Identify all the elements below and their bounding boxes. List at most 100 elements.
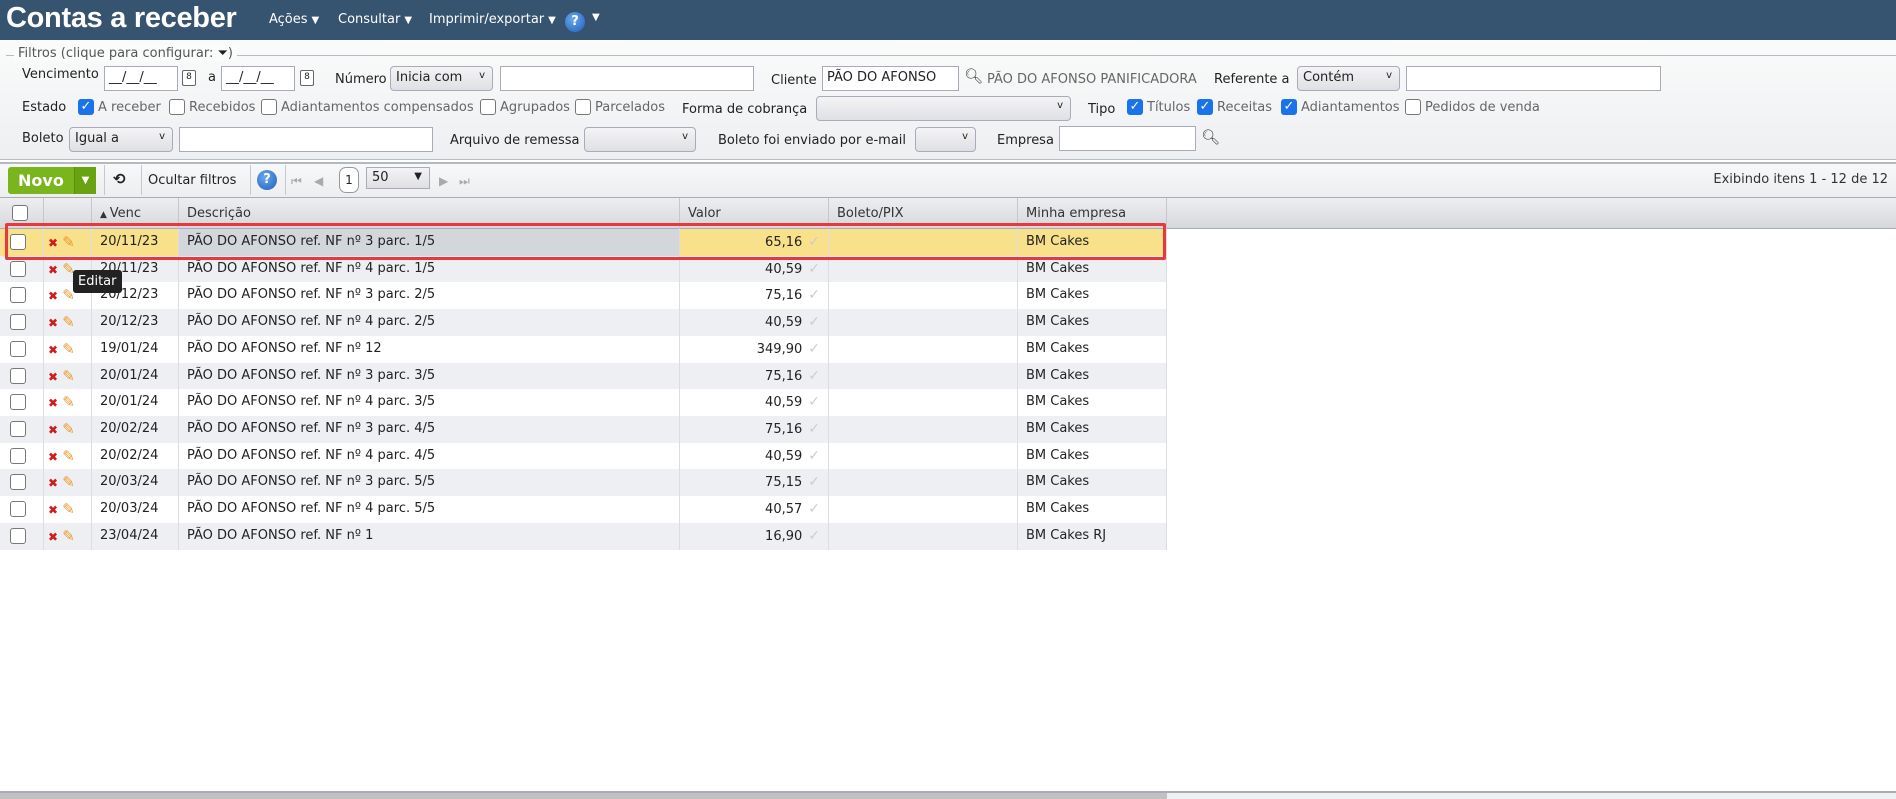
- row-checkbox[interactable]: [10, 474, 26, 491]
- caret-down-icon[interactable]: ▼: [592, 12, 600, 23]
- edit-tooltip: Editar: [73, 270, 122, 293]
- numero-input[interactable]: [500, 66, 754, 91]
- edit-pencil-icon[interactable]: ✎: [62, 420, 75, 438]
- arquivo-remessa-select[interactable]: v: [584, 127, 696, 152]
- row-checkbox[interactable]: [10, 420, 26, 437]
- search-icon[interactable]: 🔍︎: [964, 67, 983, 85]
- delete-icon[interactable]: ✖: [48, 396, 58, 410]
- check-icon: ✓: [808, 420, 820, 437]
- menu-consultar[interactable]: Consultar ▼: [338, 12, 412, 27]
- novo-button[interactable]: Novo ▼: [8, 167, 96, 194]
- edit-pencil-icon[interactable]: ✎: [62, 313, 75, 331]
- row-checkbox-cell: [0, 442, 44, 470]
- novo-label: Novo: [18, 171, 64, 190]
- caret-down-icon[interactable]: ▼: [74, 167, 96, 194]
- row-checkbox[interactable]: [10, 314, 26, 331]
- row-checkbox[interactable]: [10, 287, 26, 304]
- delete-icon[interactable]: ✖: [48, 343, 58, 357]
- delete-icon[interactable]: ✖: [48, 263, 58, 277]
- cell-minha-empresa: BM Cakes: [1018, 282, 1167, 310]
- cell-minha-empresa: BM Cakes: [1018, 309, 1167, 337]
- checkbox-agrupados[interactable]: [480, 99, 496, 115]
- prev-page-icon[interactable]: ◀: [314, 174, 323, 188]
- calendar-icon[interactable]: 8: [300, 70, 314, 86]
- vencimento-label: Vencimento: [22, 67, 99, 82]
- row-checkbox[interactable]: [10, 501, 26, 517]
- page-size-select[interactable]: 50 ▼: [366, 167, 430, 189]
- checkbox-receitas[interactable]: ✓: [1197, 99, 1213, 115]
- menu-imprimir-exportar[interactable]: Imprimir/exportar ▼: [429, 12, 556, 27]
- table-row[interactable]: ✖ ✎ 20/02/24 PÃO DO AFONSO ref. NF nº 4 pa…: [0, 442, 1167, 470]
- boleto-operator-select[interactable]: Igual a v: [69, 127, 173, 152]
- row-checkbox[interactable]: [10, 260, 26, 277]
- delete-icon[interactable]: ✖: [48, 476, 58, 490]
- checkbox-pedidos-de-venda[interactable]: [1405, 99, 1421, 115]
- checkbox-adiantamentos-compensados[interactable]: [261, 99, 277, 115]
- delete-icon[interactable]: ✖: [48, 423, 58, 437]
- ocultar-filtros-button[interactable]: Ocultar filtros: [148, 173, 236, 188]
- table-row[interactable]: ✖ ✎ 19/01/24 PÃO DO AFONSO ref. NF nº 12 34…: [0, 335, 1167, 363]
- cell-venc: 23/04/24: [92, 522, 179, 550]
- select-all-checkbox[interactable]: [12, 205, 28, 221]
- venc-from-input[interactable]: __/__/__: [104, 66, 178, 91]
- table-row[interactable]: ✖ ✎ 20/02/24 PÃO DO AFONSO ref. NF nº 3 pa…: [0, 415, 1167, 443]
- table-row[interactable]: ✖ ✎ 20/01/24 PÃO DO AFONSO ref. NF nº 4 pa…: [0, 389, 1167, 417]
- cliente-input[interactable]: PÃO DO AFONSO: [822, 66, 959, 91]
- row-checkbox[interactable]: [10, 447, 26, 464]
- row-actions: ✖ ✎: [44, 362, 92, 390]
- first-page-icon[interactable]: ⏮: [291, 174, 302, 189]
- numero-operator-select[interactable]: Inicia com v: [390, 66, 493, 91]
- boleto-email-select[interactable]: v: [915, 127, 976, 152]
- delete-icon[interactable]: ✖: [48, 503, 58, 517]
- table-row[interactable]: ✖ ✎ 20/12/23 PÃO DO AFONSO ref. NF nº 4 pa…: [0, 309, 1167, 337]
- menu-acoes[interactable]: Ações ▼: [269, 12, 319, 27]
- delete-icon[interactable]: ✖: [48, 530, 58, 544]
- edit-pencil-icon[interactable]: ✎: [62, 367, 75, 385]
- checkbox-parcelados[interactable]: [575, 99, 591, 115]
- table-row[interactable]: ✖ ✎ 20/03/24 PÃO DO AFONSO ref. NF nº 3 pa…: [0, 469, 1167, 497]
- check-icon: ✓: [808, 340, 820, 357]
- row-checkbox[interactable]: [10, 340, 26, 357]
- delete-icon[interactable]: ✖: [48, 450, 58, 464]
- edit-pencil-icon[interactable]: ✎: [62, 500, 75, 518]
- table-row[interactable]: ✖ ✎ 20/12/23 PÃO DO AFONSO ref. NF nº 3 pa…: [0, 282, 1167, 310]
- cell-boleto-pix: [829, 362, 1018, 390]
- boleto-input[interactable]: [179, 127, 433, 152]
- venc-to-input[interactable]: __/__/__: [221, 66, 295, 91]
- help-icon[interactable]: ?: [565, 12, 585, 32]
- edit-pencil-icon[interactable]: ✎: [62, 527, 75, 545]
- edit-pencil-icon[interactable]: ✎: [62, 473, 75, 491]
- pagination-status: Exibindo itens 1 - 12 de 12: [1713, 172, 1888, 187]
- menu-label: Consultar: [338, 12, 401, 27]
- forma-cobranca-select[interactable]: v: [816, 96, 1071, 121]
- checkbox-recebidos[interactable]: [169, 99, 185, 115]
- checkbox-titulos[interactable]: ✓: [1127, 99, 1143, 115]
- row-checkbox[interactable]: [10, 367, 26, 384]
- next-page-icon[interactable]: ▶: [439, 174, 448, 188]
- checkbox-adiantamentos[interactable]: ✓: [1281, 99, 1297, 115]
- table-row[interactable]: ✖ ✎ 23/04/24 PÃO DO AFONSO ref. NF nº 1 16,…: [0, 522, 1167, 550]
- edit-pencil-icon[interactable]: ✎: [62, 447, 75, 465]
- delete-icon[interactable]: ✖: [48, 370, 58, 384]
- checkbox-a-receber[interactable]: ✓: [78, 99, 94, 115]
- empresa-input[interactable]: [1059, 126, 1196, 151]
- help-icon[interactable]: ?: [257, 170, 277, 190]
- referente-input[interactable]: [1406, 66, 1661, 91]
- refresh-icon[interactable]: ⟲: [113, 170, 126, 188]
- legend-close: ): [227, 46, 233, 61]
- row-checkbox[interactable]: [10, 527, 26, 544]
- edit-pencil-icon[interactable]: ✎: [62, 393, 75, 411]
- calendar-icon[interactable]: 8: [182, 70, 196, 86]
- page-number-input[interactable]: 1: [339, 167, 359, 193]
- edit-pencil-icon[interactable]: ✎: [62, 340, 75, 358]
- table-row[interactable]: ✖ ✎ 20/03/24 PÃO DO AFONSO ref. NF nº 4 pa…: [0, 496, 1167, 523]
- referente-operator-select[interactable]: Contém v: [1297, 66, 1400, 91]
- row-checkbox[interactable]: [10, 394, 26, 411]
- last-page-icon[interactable]: ⏭: [459, 174, 470, 189]
- delete-icon[interactable]: ✖: [48, 289, 58, 303]
- table-row[interactable]: ✖ ✎ 20/01/24 PÃO DO AFONSO ref. NF nº 3 pa…: [0, 362, 1167, 390]
- row-actions: ✖ ✎: [44, 309, 92, 337]
- search-icon[interactable]: 🔍︎: [1201, 128, 1220, 146]
- filters-legend[interactable]: Filtros (clique para configurar: ⏷): [14, 46, 237, 61]
- delete-icon[interactable]: ✖: [48, 316, 58, 330]
